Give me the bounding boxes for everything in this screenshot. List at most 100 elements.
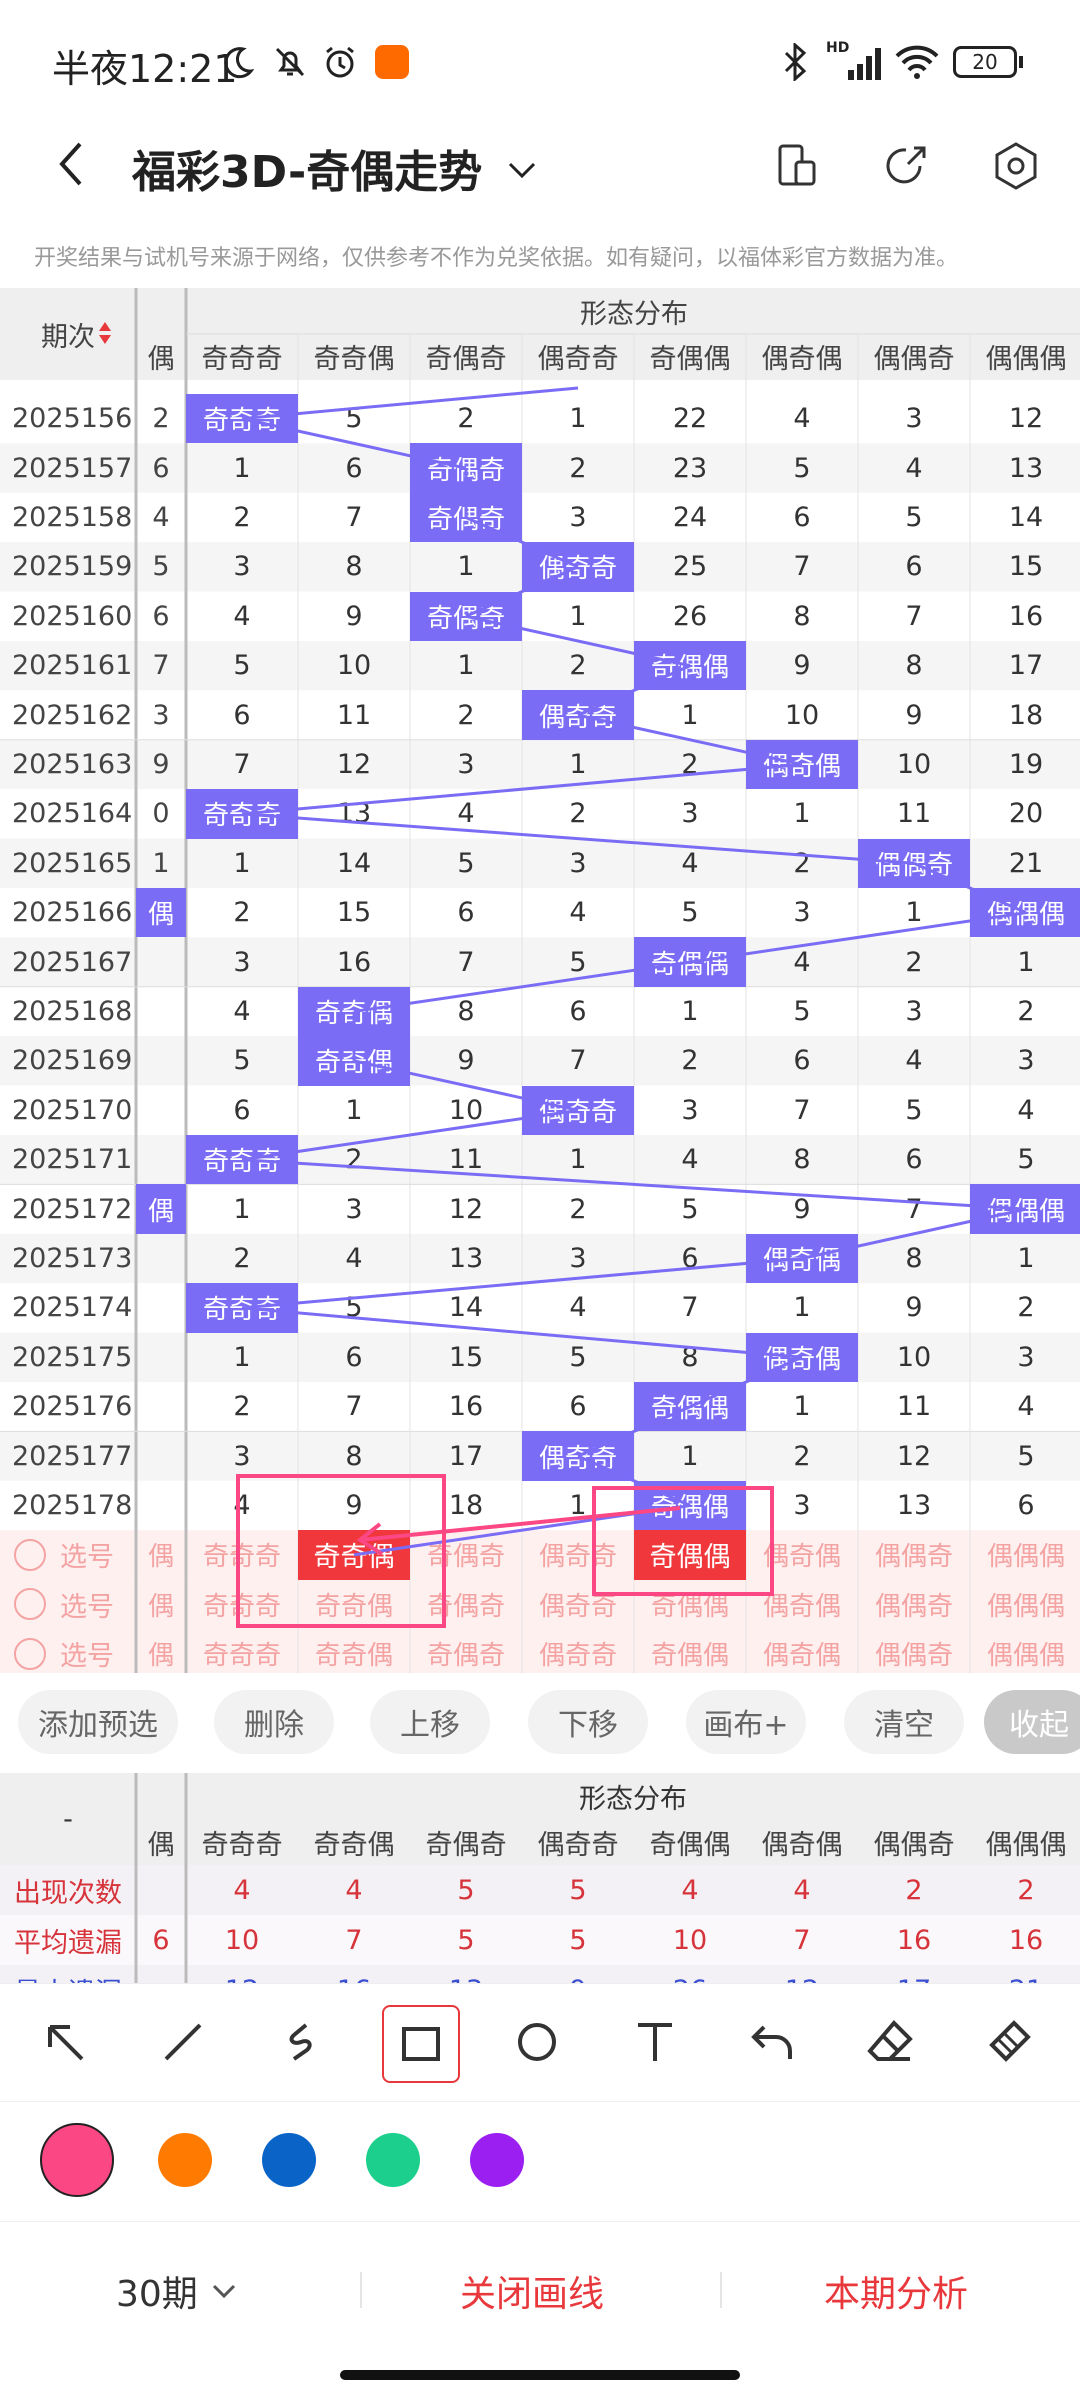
pick-partial[interactable]: 偶 [136,1530,186,1579]
hit-cell: 偶奇奇 [522,690,634,740]
trend-cell: 2 [793,1440,811,1472]
chevron-down-icon[interactable] [502,150,542,190]
color-swatch-pink[interactable] [40,2123,114,2197]
pick-cell[interactable]: 偶偶偶 [970,1580,1080,1629]
stats-cells: - 形态分布 奇奇奇 奇奇偶 奇偶奇 偶奇奇 奇偶偶 偶奇偶 偶偶奇 偶偶偶偶出现次数 4 4 5 5 4 4… [0,1773,1080,1984]
stats-column-header: 偶奇偶 [761,1829,843,1861]
pick-row-selector[interactable]: 选号 [14,1580,134,1629]
trend-cell: 3 [793,897,811,929]
radio-circle-icon[interactable] [14,1538,46,1571]
undo-icon[interactable] [736,2005,810,2079]
period-header[interactable]: 期次 [0,288,136,380]
pick-cell[interactable]: 偶奇偶 [746,1530,858,1579]
pick-cell[interactable]: 偶奇偶 [746,1629,858,1673]
trend-cell: 25 [672,551,708,583]
pick-cell[interactable]: 偶偶奇 [858,1580,970,1629]
network-type: HD [826,40,850,56]
hit-cell: 奇偶奇 [410,443,522,493]
trend-cell: 6 [233,1094,251,1126]
page-title[interactable]: 福彩3D-奇偶走势 [132,136,482,200]
pick-selected-cell[interactable]: 奇奇偶 [298,1530,410,1580]
sort-arrows-icon[interactable] [98,320,112,350]
settings-icon[interactable] [990,140,1042,192]
trend-cell: 1 [569,1489,587,1521]
trend-cell: 17 [448,1440,484,1472]
color-swatch-orange[interactable] [158,2133,212,2187]
hit-cell: 偶奇偶 [746,1332,858,1382]
column-header-3: 偶奇奇 [537,343,619,375]
close-lines-button[interactable]: 关闭画线 [460,2265,604,2317]
pick-cell[interactable]: 奇偶偶 [634,1580,746,1629]
pick-cell[interactable]: 奇奇偶 [298,1629,410,1673]
back-arrow-icon[interactable] [44,134,104,194]
stats-value: 7 [793,1924,811,1956]
hit-cell: 偶奇奇 [522,542,634,592]
trend-cell: 6 [569,1391,587,1423]
clear-brush-icon[interactable] [972,2005,1046,2079]
collapse-button[interactable]: 收起 [984,1690,1080,1754]
partial-cell [136,1086,186,1135]
pick-cell[interactable]: 偶偶奇 [858,1629,970,1673]
device-icon[interactable] [772,140,824,192]
pick-cell[interactable]: 奇奇偶 [298,1580,410,1629]
eraser-icon[interactable] [854,2005,928,2079]
share-icon[interactable] [880,140,932,192]
pick-cell[interactable]: 偶奇奇 [522,1580,634,1629]
move-up-button[interactable]: 上移 [370,1690,490,1754]
trend-cell: 6 [345,452,363,484]
pick-cell[interactable]: 偶奇偶 [746,1580,858,1629]
analysis-button[interactable]: 本期分析 [824,2265,968,2317]
trend-cell: 1 [233,1341,251,1373]
delete-button[interactable]: 删除 [214,1690,334,1754]
trend-cell: 1 [905,897,923,929]
pick-cell[interactable]: 偶偶偶 [970,1530,1080,1579]
radio-circle-icon[interactable] [14,1637,46,1670]
trend-cell: 5 [1017,1440,1035,1472]
trend-cell: 10 [896,748,932,780]
pick-cell[interactable]: 偶奇奇 [522,1629,634,1673]
pick-cell[interactable]: 偶偶奇 [858,1530,970,1579]
stats-value: 16 [896,1924,932,1956]
add-preselect-button[interactable]: 添加预选 [18,1690,178,1754]
pick-cell[interactable]: 奇偶偶 [634,1629,746,1673]
text-tool-icon[interactable] [618,2005,692,2079]
trend-cell: 4 [1017,1391,1035,1423]
pick-selected-cell[interactable]: 奇偶偶 [634,1530,746,1580]
trend-cell: 12 [336,748,372,780]
move-down-button[interactable]: 下移 [528,1690,648,1754]
arrow-tool-icon[interactable] [28,2005,102,2079]
pick-row-selector[interactable]: 选号 [14,1629,134,1673]
trend-cell: 5 [793,995,811,1027]
radio-circle-icon[interactable] [14,1588,46,1621]
pick-cell[interactable]: 偶奇奇 [522,1530,634,1579]
rectangle-tool-icon[interactable] [382,2005,460,2083]
color-swatch-blue[interactable] [262,2133,316,2187]
trend-cell: 13 [1008,452,1044,484]
pick-cell[interactable]: 偶偶偶 [970,1629,1080,1673]
stats-column-header: 奇奇偶 [313,1829,395,1861]
partial-cell [136,987,186,1036]
pick-cell[interactable]: 奇奇奇 [186,1580,298,1629]
period-1: 2025157 [12,452,133,484]
partial-cell: 6 [152,452,170,484]
canvas-plus-button[interactable]: 画布+ [686,1690,806,1754]
partial-cell: 1 [152,847,170,879]
pick-cell[interactable]: 奇偶奇 [410,1580,522,1629]
pick-partial[interactable]: 偶 [136,1629,186,1673]
period-select[interactable]: 30期 [116,2265,240,2317]
pick-cell[interactable]: 奇偶奇 [410,1530,522,1579]
partial-cell: 4 [152,501,170,533]
signal-icon: HD [826,40,886,84]
pick-row-selector[interactable]: 选号 [14,1530,134,1579]
color-swatch-green[interactable] [366,2133,420,2187]
partial-cell [136,1333,186,1382]
clear-button[interactable]: 清空 [844,1690,964,1754]
pick-cell[interactable]: 奇奇奇 [186,1530,298,1579]
pick-partial[interactable]: 偶 [136,1580,186,1629]
pick-cell[interactable]: 奇偶奇 [410,1629,522,1673]
circle-tool-icon[interactable] [500,2005,574,2079]
curve-tool-icon[interactable] [264,2005,338,2079]
color-swatch-purple[interactable] [470,2133,524,2187]
pick-cell[interactable]: 奇奇奇 [186,1629,298,1673]
line-tool-icon[interactable] [146,2005,220,2079]
